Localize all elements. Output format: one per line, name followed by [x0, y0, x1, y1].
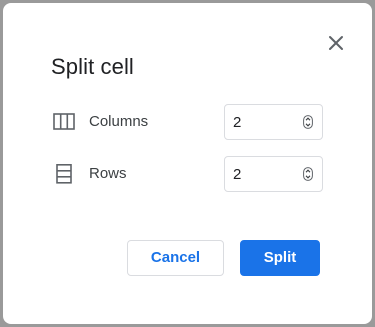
columns-icon [53, 112, 75, 132]
columns-label: Columns [89, 113, 149, 130]
rows-label: Rows [89, 165, 127, 182]
columns-row: Columns 2 [53, 104, 325, 140]
columns-value[interactable]: 2 [233, 114, 241, 132]
rows-value[interactable]: 2 [233, 166, 241, 184]
split-button[interactable]: Split [240, 240, 320, 276]
rows-stepper[interactable]: 2 [224, 156, 323, 192]
close-icon[interactable] [321, 28, 351, 58]
split-cell-dialog: Split cell Columns 2 Rows 2 Cancel Split [3, 3, 372, 324]
rows-icon [53, 164, 75, 184]
cancel-button[interactable]: Cancel [127, 240, 224, 276]
dialog-title: Split cell [51, 54, 134, 79]
spin-arrows-icon[interactable] [303, 115, 313, 129]
rows-row: Rows 2 [53, 156, 325, 192]
columns-stepper[interactable]: 2 [224, 104, 323, 140]
spin-arrows-icon[interactable] [303, 167, 313, 181]
